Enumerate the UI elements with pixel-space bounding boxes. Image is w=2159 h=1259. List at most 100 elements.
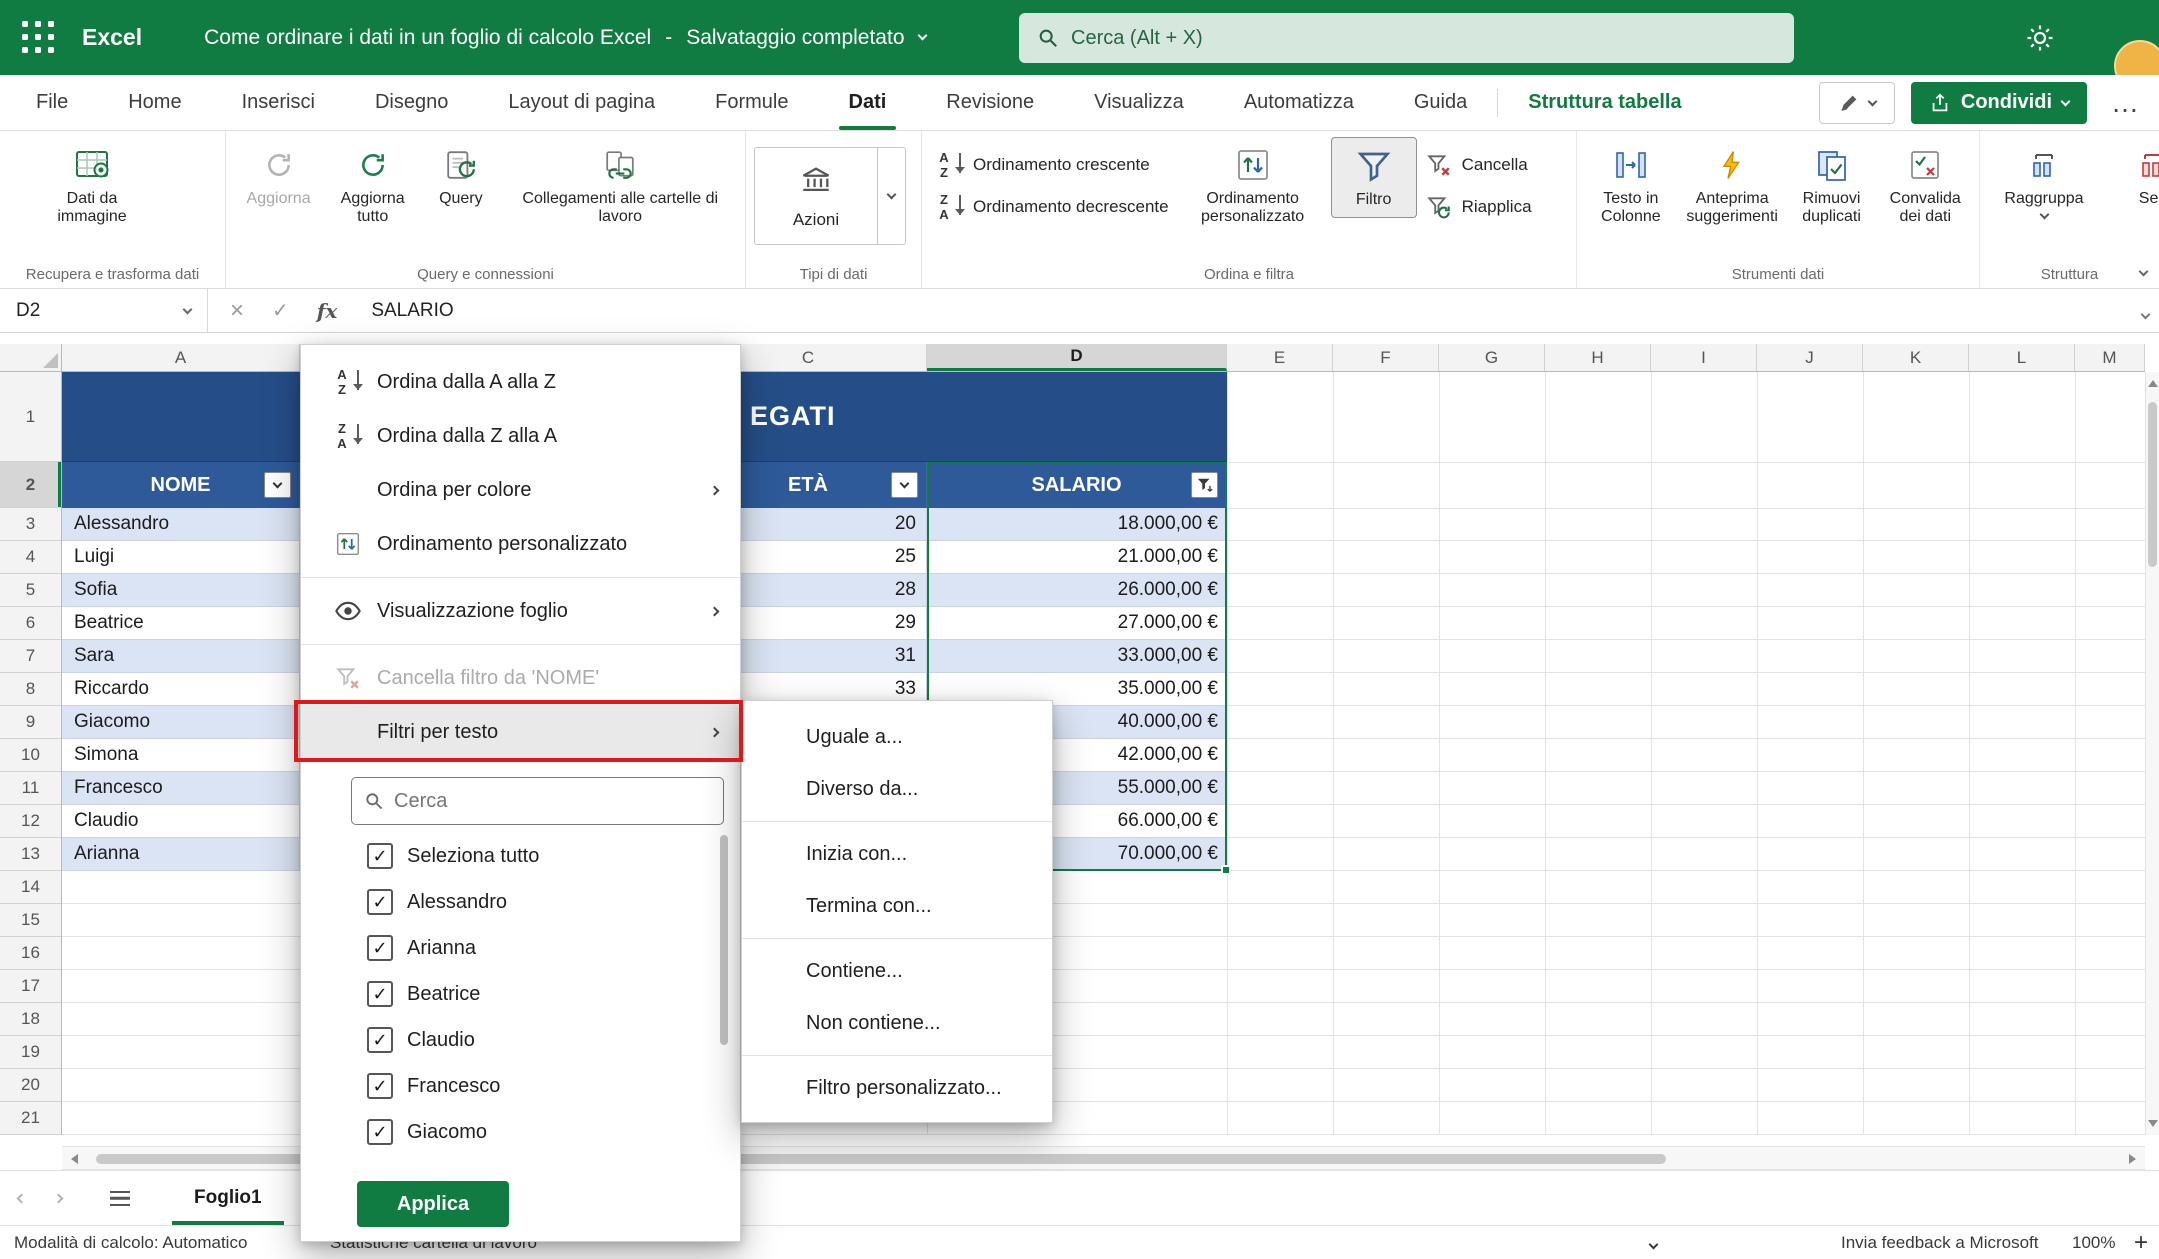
ungroup-button[interactable]: Sep [2098,137,2159,216]
row-header[interactable]: 9 [0,706,61,739]
submenu-item-equals[interactable]: Uguale a... [742,711,1052,763]
column-header-j[interactable]: J [1757,344,1863,371]
filter-dropdown-button-nome[interactable] [264,472,291,498]
row-header[interactable]: 1 [0,372,61,462]
column-header-e[interactable]: E [1227,344,1333,371]
column-header-f[interactable]: F [1333,344,1439,371]
cell-name[interactable]: Giacomo [62,706,300,739]
row-header[interactable]: 5 [0,574,61,607]
refresh-all-button[interactable]: Aggiorna tutto [325,137,420,234]
row-header[interactable]: 2 [0,462,61,508]
insert-function-button[interactable]: fx [317,299,338,323]
cell-name[interactable]: Luigi [62,541,300,574]
data-from-picture-button[interactable]: Dati da immagine [26,137,158,234]
cell-salary[interactable]: 33.000,00 € [927,640,1227,673]
previous-sheet-icon[interactable] [17,1193,27,1203]
custom-sort-button[interactable]: Ordinamento personalizzato [1177,137,1329,234]
tab-automatizza[interactable]: Automatizza [1214,75,1384,130]
row-header[interactable]: 21 [0,1102,61,1135]
tab-dati[interactable]: Dati [819,75,917,130]
calc-mode-status[interactable]: Modalità di calcolo: Automatico [14,1233,247,1253]
checkbox-value[interactable]: ✓ Giacomo [351,1109,740,1155]
cell-salary[interactable]: 21.000,00 € [927,541,1227,574]
column-header-d[interactable]: D [927,344,1227,371]
share-button[interactable]: Condividi [1911,82,2087,124]
column-header-a[interactable]: A [62,344,300,371]
more-options-button[interactable]: … [2103,82,2147,124]
checkbox-select-all[interactable]: ✓ Seleziona tutto [351,833,740,879]
cell-name[interactable]: Sara [62,640,300,673]
submenu-item-not-equals[interactable]: Diverso da... [742,763,1052,815]
clear-filter-button[interactable]: Cancella [1419,147,1538,183]
data-types-gallery[interactable]: Azioni [754,147,906,245]
vertical-scrollbar[interactable] [2145,372,2159,1135]
menu-item-sort-by-color[interactable]: Ordina per colore [301,463,740,517]
row-header[interactable]: 19 [0,1036,61,1069]
tab-struttura-tabella[interactable]: Struttura tabella [1498,75,1711,130]
tab-home[interactable]: Home [98,75,211,130]
cell-name[interactable]: Beatrice [62,607,300,640]
query-button[interactable]: Query [422,137,499,216]
cancel-entry-icon[interactable]: × [230,297,244,325]
scroll-left-icon[interactable] [71,1154,78,1164]
filter-search-input[interactable] [394,790,711,813]
apply-button[interactable]: Applica [357,1181,509,1227]
data-validation-button[interactable]: Convalida dei dati [1878,137,1974,234]
checkbox-value[interactable]: ✓ Claudio [351,1017,740,1063]
remove-duplicates-button[interactable]: Rimuovi duplicati [1788,137,1876,234]
sort-descending-button[interactable]: ZA Ordinamento decrescente [930,189,1175,225]
menu-item-sort-az[interactable]: AZ Ordina dalla A alla Z [301,355,740,409]
cell-name[interactable]: Alessandro [62,508,300,541]
checkbox-value[interactable]: ✓ Arianna [351,925,740,971]
row-header[interactable]: 11 [0,772,61,805]
row-header[interactable]: 18 [0,1003,61,1036]
submenu-item-not-contains[interactable]: Non contiene... [742,997,1052,1049]
row-header[interactable]: 7 [0,640,61,673]
sort-ascending-button[interactable]: AZ Ordinamento crescente [930,147,1175,183]
menu-item-sheet-view[interactable]: Visualizzazione foglio [301,584,740,638]
scroll-down-icon[interactable] [2148,1120,2158,1127]
flash-fill-button[interactable]: Anteprima suggerimenti [1679,137,1786,234]
group-button[interactable]: Raggruppa [1988,137,2100,226]
checkbox-value[interactable]: ✓ Francesco [351,1063,740,1109]
tab-guida[interactable]: Guida [1384,75,1497,130]
document-title[interactable]: Come ordinare i dati in un foglio di cal… [204,26,925,50]
all-sheets-menu-icon[interactable] [110,1191,130,1206]
filter-sorted-button-salario[interactable] [1191,472,1218,498]
list-scroll-thumb[interactable] [720,835,728,1045]
draw-tool-button[interactable] [1819,82,1895,124]
submenu-item-begins-with[interactable]: Inizia con... [742,828,1052,880]
column-header-l[interactable]: L [1969,344,2075,371]
cell-name[interactable]: Sofia [62,574,300,607]
column-header-i[interactable]: I [1651,344,1757,371]
scroll-up-icon[interactable] [2148,380,2158,387]
scroll-right-icon[interactable] [2129,1154,2136,1164]
menu-item-custom-sort[interactable]: Ordinamento personalizzato [301,517,740,571]
cell-name[interactable]: Claudio [62,805,300,838]
row-header[interactable]: 12 [0,805,61,838]
row-header[interactable]: 15 [0,904,61,937]
table-header-nome[interactable]: NOME [62,462,300,508]
column-header-k[interactable]: K [1863,344,1969,371]
cell-salary[interactable]: 27.000,00 € [927,607,1227,640]
confirm-entry-icon[interactable]: ✓ [272,298,289,323]
cell-name[interactable]: Simona [62,739,300,772]
tab-formule[interactable]: Formule [685,75,818,130]
checkbox-value[interactable]: ✓ Alessandro [351,879,740,925]
submenu-item-custom-filter[interactable]: Filtro personalizzato... [742,1062,1052,1114]
expand-formula-bar-icon[interactable] [2142,305,2149,323]
tab-visualizza[interactable]: Visualizza [1064,75,1214,130]
checkbox-value[interactable]: ✓ Beatrice [351,971,740,1017]
tab-inserisci[interactable]: Inserisci [212,75,345,130]
submenu-item-ends-with[interactable]: Termina con... [742,880,1052,932]
column-header-g[interactable]: G [1439,344,1545,371]
gallery-dropdown-button[interactable] [877,148,905,244]
filter-button[interactable]: Filtro [1331,137,1417,218]
row-header[interactable]: 8 [0,673,61,706]
reapply-filter-button[interactable]: Riapplica [1419,189,1538,225]
zoom-level[interactable]: 100% [2072,1233,2115,1253]
cell-name[interactable]: Riccardo [62,673,300,706]
status-collapse-icon[interactable] [1650,1233,1657,1253]
select-all-corner[interactable] [0,344,62,372]
next-sheet-icon[interactable] [54,1193,64,1203]
